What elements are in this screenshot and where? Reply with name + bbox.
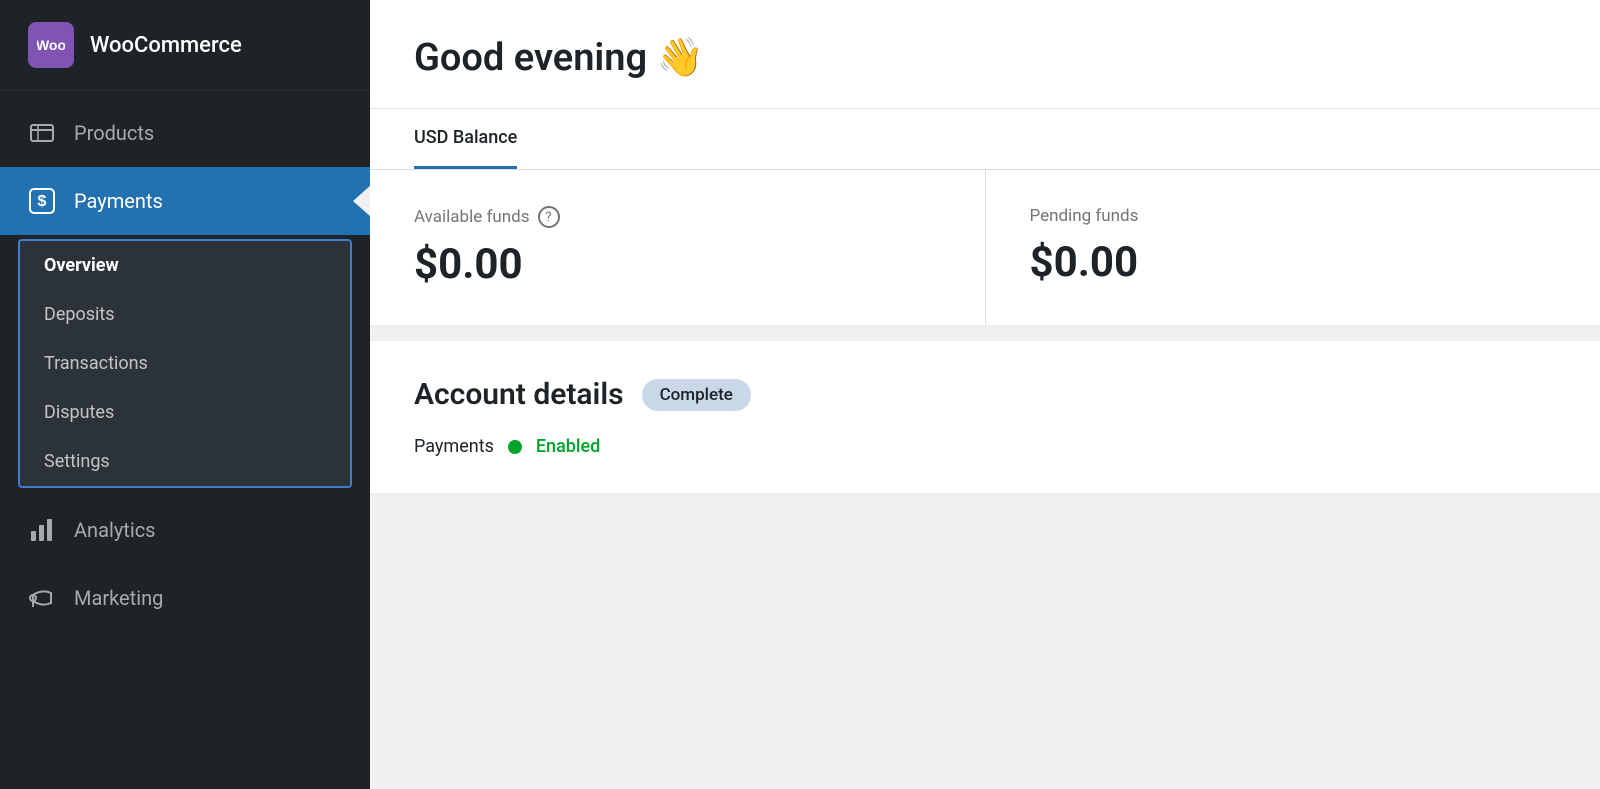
woo-icon: Woo bbox=[28, 22, 74, 68]
main-content: Good evening 👋 USD Balance Available fun… bbox=[370, 0, 1600, 789]
pending-funds-card: Pending funds $0.00 bbox=[986, 170, 1600, 325]
sidebar-item-marketing-label: Marketing bbox=[74, 586, 163, 610]
sidebar-logo-label: WooCommerce bbox=[90, 33, 242, 58]
account-row-payments: Payments Enabled bbox=[414, 420, 1556, 457]
available-funds-label: Available funds ? bbox=[414, 206, 941, 228]
usd-balance-tab[interactable]: USD Balance bbox=[414, 109, 517, 169]
sidebar-item-products[interactable]: Products bbox=[0, 99, 370, 167]
submenu-item-disputes[interactable]: Disputes bbox=[20, 388, 350, 437]
account-header: Account details Complete bbox=[414, 377, 1556, 412]
submenu-item-deposits[interactable]: Deposits bbox=[20, 290, 350, 339]
sidebar-menu: Products $ Payments Overview Deposits Tr… bbox=[0, 91, 370, 789]
payments-icon: $ bbox=[28, 187, 56, 215]
sidebar-logo[interactable]: Woo WooCommerce bbox=[0, 0, 370, 91]
available-funds-card: Available funds ? $0.00 bbox=[370, 170, 986, 325]
svg-text:$: $ bbox=[38, 193, 47, 210]
sidebar: Woo WooCommerce Products $ bbox=[0, 0, 370, 789]
submenu-item-settings[interactable]: Settings bbox=[20, 437, 350, 486]
enabled-dot-icon bbox=[508, 440, 522, 454]
sidebar-item-payments[interactable]: $ Payments bbox=[0, 167, 370, 235]
marketing-icon bbox=[28, 584, 56, 612]
sidebar-item-payments-label: Payments bbox=[74, 189, 163, 213]
account-status-label: Enabled bbox=[536, 436, 600, 457]
balance-cards: Available funds ? $0.00 Pending funds $0… bbox=[370, 170, 1600, 325]
products-icon bbox=[28, 119, 56, 147]
available-funds-help-icon[interactable]: ? bbox=[538, 206, 560, 228]
sidebar-item-marketing[interactable]: Marketing bbox=[0, 564, 370, 632]
sidebar-item-analytics-label: Analytics bbox=[74, 518, 156, 542]
available-funds-amount: $0.00 bbox=[414, 240, 941, 289]
submenu-item-transactions[interactable]: Transactions bbox=[20, 339, 350, 388]
submenu-item-overview[interactable]: Overview bbox=[20, 241, 350, 290]
pending-funds-amount: $0.00 bbox=[1030, 238, 1557, 287]
sidebar-item-analytics[interactable]: Analytics bbox=[0, 496, 370, 564]
svg-text:Woo: Woo bbox=[37, 37, 65, 53]
account-section: Account details Complete Payments Enable… bbox=[370, 341, 1600, 493]
account-title: Account details bbox=[414, 377, 624, 412]
payments-submenu: Overview Deposits Transactions Disputes … bbox=[18, 239, 352, 488]
greeting-title: Good evening 👋 bbox=[414, 36, 1556, 80]
greeting-section: Good evening 👋 bbox=[370, 0, 1600, 109]
complete-badge: Complete bbox=[642, 379, 751, 411]
balance-tabs: USD Balance bbox=[370, 109, 1600, 170]
analytics-icon bbox=[28, 516, 56, 544]
balance-section: USD Balance Available funds ? $0.00 Pend… bbox=[370, 109, 1600, 325]
account-row-label: Payments bbox=[414, 436, 494, 457]
sidebar-item-products-label: Products bbox=[74, 121, 154, 145]
pending-funds-label: Pending funds bbox=[1030, 206, 1557, 226]
